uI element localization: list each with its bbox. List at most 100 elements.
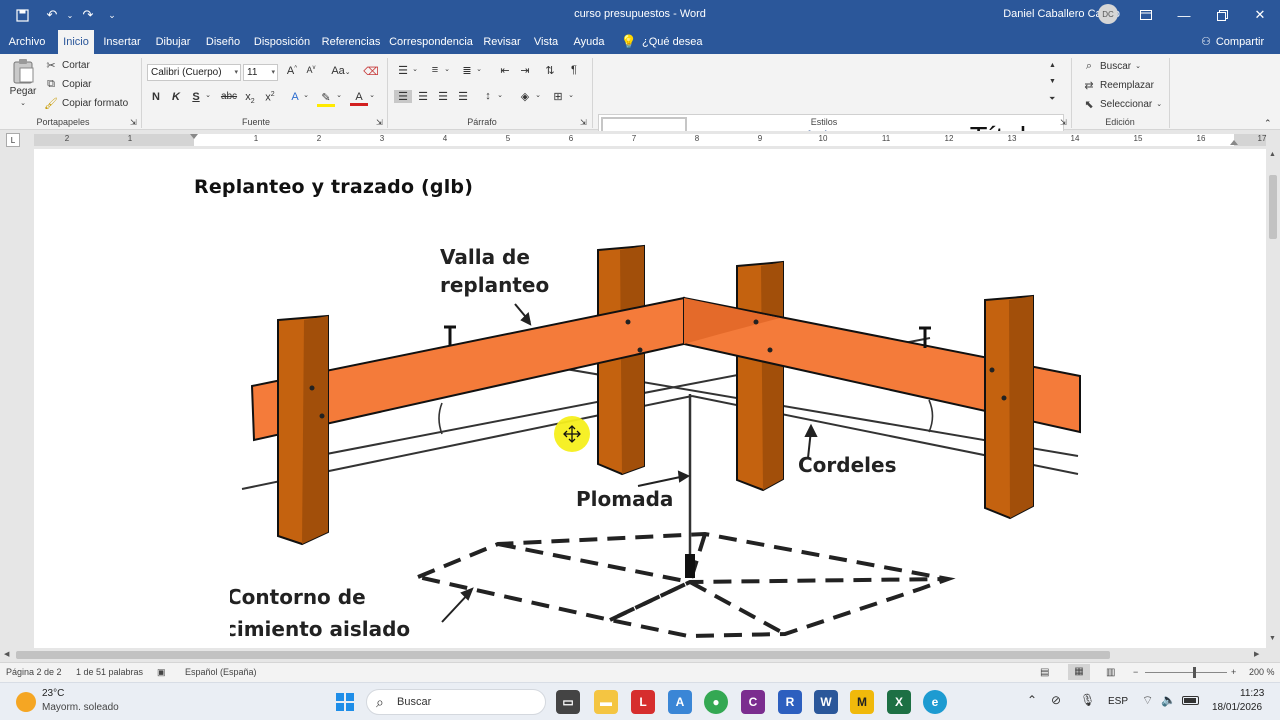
grow-font-button[interactable]: A^: [283, 65, 301, 77]
paragraph-dialog-launcher-icon[interactable]: ⇲: [580, 118, 587, 127]
tab-disposicion[interactable]: Disposición: [250, 30, 314, 54]
align-center-icon[interactable]: ☰: [414, 90, 432, 103]
copy-button[interactable]: ⧉ Copiar: [44, 77, 91, 91]
numbering-dropdown-icon[interactable]: ⌄: [442, 65, 452, 73]
scroll-down-arrow-icon[interactable]: ▼: [1269, 635, 1276, 642]
underline-dropdown-icon[interactable]: ⌄: [203, 91, 213, 99]
app-m-icon[interactable]: M: [850, 690, 874, 714]
clipboard-dialog-launcher-icon[interactable]: ⇲: [130, 118, 137, 127]
task-view-icon[interactable]: ▭: [556, 690, 580, 714]
justify-icon[interactable]: ☰: [454, 90, 472, 103]
restore-icon[interactable]: [1203, 0, 1241, 30]
clear-formatting-icon[interactable]: ⌫: [362, 65, 380, 78]
paste-button[interactable]: Pegar ⌄: [8, 58, 38, 114]
replace-button[interactable]: ⇄ Reemplazar: [1082, 78, 1154, 92]
minimize-icon[interactable]: —: [1165, 0, 1203, 30]
battery-icon[interactable]: [1182, 696, 1199, 705]
print-layout-icon[interactable]: ▦: [1068, 664, 1090, 680]
shading-icon[interactable]: ◈: [516, 90, 534, 103]
taskbar-search-box[interactable]: ⌕ Buscar: [366, 689, 546, 715]
excel-icon[interactable]: X: [887, 690, 911, 714]
right-indent-marker[interactable]: [1230, 140, 1238, 145]
tab-ayuda[interactable]: Ayuda: [568, 30, 610, 54]
styles-scroll-down-icon[interactable]: ▼: [1049, 78, 1056, 85]
chrome-icon[interactable]: ●: [704, 690, 728, 714]
proofing-icon[interactable]: ▣: [157, 667, 166, 678]
tab-vista[interactable]: Vista: [530, 30, 562, 54]
font-name-combo[interactable]: Calibri (Cuerpo) ▾: [147, 64, 241, 81]
scroll-up-arrow-icon[interactable]: ▲: [1269, 151, 1276, 158]
clock-time[interactable]: 11:23: [1240, 688, 1264, 699]
avatar[interactable]: DC: [1098, 4, 1118, 24]
weather-description[interactable]: Mayorm. soleado: [42, 702, 119, 713]
tell-me-search[interactable]: ¿Qué desea hacer?: [642, 30, 734, 72]
tab-selector-icon[interactable]: L: [6, 133, 20, 147]
share-icon[interactable]: ⚇: [1199, 30, 1213, 54]
read-mode-icon[interactable]: ▤: [1040, 667, 1049, 678]
font-size-combo[interactable]: 11 ▾: [243, 64, 278, 81]
tab-diseno[interactable]: Diseño: [202, 30, 244, 54]
vertical-scroll-thumb[interactable]: [1269, 175, 1277, 239]
find-button[interactable]: ⌕ Buscar ⌄: [1082, 59, 1141, 73]
italic-button[interactable]: K: [167, 91, 185, 103]
bold-button[interactable]: N: [147, 91, 165, 103]
app-l-icon[interactable]: L: [631, 690, 655, 714]
subscript-button[interactable]: x2: [241, 91, 259, 105]
line-spacing-dropdown-icon[interactable]: ⌄: [495, 91, 505, 99]
horizontal-scrollbar[interactable]: ◀ ▶: [0, 648, 1266, 662]
word-count[interactable]: 1 de 51 palabras: [76, 667, 143, 677]
zoom-in-button[interactable]: +: [1231, 667, 1236, 677]
ribbon-display-options-icon[interactable]: [1127, 0, 1165, 30]
input-language[interactable]: ESP: [1108, 696, 1128, 707]
text-effects-dropdown-icon[interactable]: ⌄: [301, 91, 311, 99]
font-color-dropdown-icon[interactable]: ⌄: [367, 91, 377, 99]
zoom-slider-thumb[interactable]: [1193, 667, 1196, 678]
tab-insertar[interactable]: Insertar: [100, 30, 144, 54]
font-dialog-launcher-icon[interactable]: ⇲: [376, 118, 383, 127]
borders-dropdown-icon[interactable]: ⌄: [566, 91, 576, 99]
start-button[interactable]: [333, 690, 357, 714]
tab-inicio[interactable]: Inicio: [58, 30, 94, 54]
tab-dibujar[interactable]: Dibujar: [150, 30, 196, 54]
language-indicator[interactable]: Español (España): [185, 667, 257, 677]
weather-icon[interactable]: [16, 692, 36, 712]
horizontal-scroll-thumb[interactable]: [16, 651, 1110, 659]
edge-icon[interactable]: e: [923, 690, 947, 714]
file-explorer-icon[interactable]: ▬: [594, 690, 618, 714]
tab-correspondencia[interactable]: Correspondencia: [388, 30, 474, 54]
tab-referencias[interactable]: Referencias: [320, 30, 382, 54]
bullets-dropdown-icon[interactable]: ⌄: [410, 65, 420, 73]
stakeout-diagram-image[interactable]: Valla de replanteo Cordeles Plomada Cont…: [230, 236, 1090, 648]
collapse-ribbon-icon[interactable]: ⌃: [1264, 118, 1272, 129]
scroll-left-arrow-icon[interactable]: ◀: [4, 650, 9, 658]
tab-revisar[interactable]: Revisar: [480, 30, 524, 54]
show-hidden-icons-icon[interactable]: ⌃: [1027, 693, 1037, 707]
left-indent-marker[interactable]: [190, 134, 198, 139]
web-layout-icon[interactable]: ▥: [1106, 667, 1115, 678]
word-icon[interactable]: W: [814, 690, 838, 714]
share-button[interactable]: Compartir: [1214, 30, 1266, 54]
decrease-indent-icon[interactable]: ⇤: [496, 64, 514, 77]
cut-button[interactable]: ✂ Cortar: [44, 58, 89, 72]
strikethrough-button[interactable]: abc: [220, 91, 238, 102]
app-r-icon[interactable]: R: [778, 690, 802, 714]
clock-date[interactable]: 18/01/2026: [1212, 702, 1262, 713]
styles-scroll-up-icon[interactable]: ▲: [1049, 62, 1056, 69]
sort-icon[interactable]: ⇅: [541, 64, 559, 77]
align-right-icon[interactable]: ☰: [434, 90, 452, 103]
increase-indent-icon[interactable]: ⇥: [516, 64, 534, 77]
highlight-dropdown-icon[interactable]: ⌄: [334, 91, 344, 99]
zoom-level[interactable]: 200 %: [1249, 667, 1275, 677]
horizontal-ruler[interactable]: L 2 1 1 2 3 4 5 6 7 8 9 10 11 12 13 14 1…: [0, 131, 1280, 149]
multilevel-dropdown-icon[interactable]: ⌄: [474, 65, 484, 73]
vertical-scrollbar[interactable]: ▲ ▼: [1266, 149, 1280, 648]
tab-archivo[interactable]: Archivo: [4, 30, 50, 54]
highlight-color-icon[interactable]: ✎: [317, 91, 335, 107]
close-icon[interactable]: ✕: [1241, 0, 1279, 30]
volume-icon[interactable]: 🔈: [1161, 693, 1176, 707]
zoom-slider[interactable]: [1145, 672, 1227, 673]
app-c-icon[interactable]: C: [741, 690, 765, 714]
wifi-icon[interactable]: ⌔: [1142, 693, 1153, 708]
scroll-right-arrow-icon[interactable]: ▶: [1254, 650, 1259, 658]
shading-dropdown-icon[interactable]: ⌄: [533, 91, 543, 99]
